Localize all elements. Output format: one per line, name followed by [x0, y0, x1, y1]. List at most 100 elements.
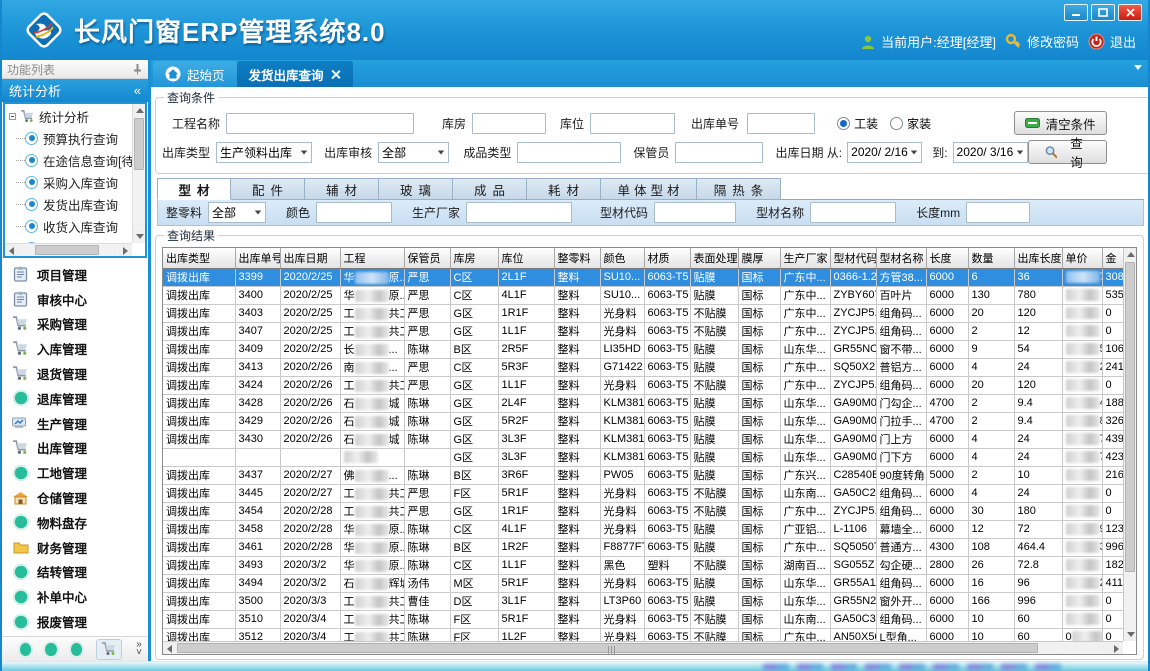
date-from-select[interactable]: 2020/ 2/16: [847, 142, 922, 163]
material-tab-型材[interactable]: 型材: [157, 178, 231, 200]
table-row[interactable]: 调拨出库34032020/2/25工共工程严思G区1R1F整料光身料6063-T…: [163, 304, 1123, 322]
column-header[interactable]: 工程: [340, 248, 404, 268]
sidebar-item-补单中心[interactable]: 补单中心: [12, 587, 148, 606]
tree-item[interactable]: 收货入库查询: [9, 215, 132, 237]
column-header[interactable]: 整零料: [554, 248, 600, 268]
sidebar-item-物料盘存[interactable]: 物料盘存: [12, 513, 148, 532]
tree-vertical-scrollbar[interactable]: [132, 104, 145, 243]
radio-workwear[interactable]: 工装: [837, 115, 878, 132]
column-header[interactable]: 生产厂家: [780, 248, 830, 268]
sidebar-item-入库管理[interactable]: 入库管理: [12, 339, 148, 358]
clear-conditions-button[interactable]: 清空条件: [1014, 111, 1107, 135]
table-row[interactable]: 调拨出库34452020/2/27工共工程严思F区5R1F整料光身料6063-T…: [163, 484, 1123, 502]
scroll-up-icon[interactable]: [1124, 248, 1137, 261]
tab-home[interactable]: 起始页: [153, 61, 237, 87]
sidebar-item-退库管理[interactable]: 退库管理: [12, 389, 148, 408]
tree-item[interactable]: 采购入库查询: [9, 171, 132, 193]
sidebar-item-结转管理[interactable]: 结转管理: [12, 562, 148, 581]
sidebar-item-工地管理[interactable]: 工地管理: [12, 463, 148, 482]
table-row[interactable]: 调拨出库34302020/2/26石城陈琳G区3L3F整料KLM38176063…: [163, 430, 1123, 448]
change-password-button[interactable]: 修改密码: [1005, 32, 1079, 51]
sidebar-item-退货管理[interactable]: 退货管理: [12, 364, 148, 383]
tree-item[interactable]: 发货出库查询: [9, 193, 132, 215]
audit-select[interactable]: 全部: [378, 142, 449, 163]
column-header[interactable]: 出库日期: [280, 248, 340, 268]
dot-icon[interactable]: [71, 643, 82, 656]
column-header[interactable]: 型材名称: [876, 248, 926, 268]
table-row[interactable]: 调拨出库34282020/2/26石城陈琳G区2L4F整料KLM38176063…: [163, 394, 1123, 412]
table-row[interactable]: 调拨出库34372020/2/27佛...陈琳B区3R6F整料PW056063-…: [163, 466, 1123, 484]
column-header[interactable]: 颜色: [600, 248, 644, 268]
sidebar-item-项目管理[interactable]: 项目管理: [12, 265, 148, 284]
table-row[interactable]: 调拨出库34132020/2/26南...严思C区5R3F整料G71422606…: [163, 358, 1123, 376]
tree-expand-icon[interactable]: [9, 113, 16, 120]
table-hscroll-thumb[interactable]: [177, 643, 1038, 653]
more-buttons-icon[interactable]: »˅: [136, 641, 142, 657]
material-tab-隔热条[interactable]: 隔热条: [697, 178, 781, 200]
scroll-right-icon[interactable]: [1110, 642, 1123, 655]
whole-select[interactable]: 全部: [208, 202, 266, 223]
manufacturer-input[interactable]: [466, 202, 572, 223]
column-header[interactable]: 出库单号: [235, 248, 280, 268]
table-vertical-scrollbar[interactable]: [1123, 248, 1136, 641]
scroll-up-icon[interactable]: [133, 104, 146, 117]
scroll-right-icon[interactable]: [119, 244, 132, 257]
column-header[interactable]: 表面处理: [690, 248, 738, 268]
tree-root[interactable]: 统计分析: [9, 106, 132, 127]
tab-overflow-icon[interactable]: [1134, 70, 1142, 84]
material-tab-辅材[interactable]: 辅材: [305, 178, 379, 200]
table-row[interactable]: 调拨出库34582020/2/28华原...陈琳C区4L1F整料光身料6063-…: [163, 520, 1123, 538]
table-row[interactable]: 调拨出库34002020/2/25华原...严思C区4L1F整料SU10...6…: [163, 286, 1123, 304]
scroll-down-icon[interactable]: [1124, 628, 1137, 641]
scroll-left-icon[interactable]: [5, 244, 18, 257]
out-type-select[interactable]: 生产领料出库: [216, 142, 312, 163]
tree-horizontal-scrollbar[interactable]: [5, 243, 132, 256]
material-tab-玻璃[interactable]: 玻璃: [379, 178, 453, 200]
table-row[interactable]: 调拨出库34932020/3/2华原...陈琳C区1L1F整料黑色塑料不贴膜国标…: [163, 556, 1123, 574]
scroll-left-icon[interactable]: [163, 642, 176, 655]
radio-homewear[interactable]: 家装: [890, 115, 931, 132]
dot-icon[interactable]: [45, 643, 56, 656]
order-no-input[interactable]: [747, 113, 815, 134]
collapse-icon[interactable]: «: [134, 83, 141, 98]
column-header[interactable]: 出库类型: [163, 248, 235, 268]
table-row[interactable]: 调拨出库34292020/2/26石城陈琳G区5R2F整料KLM38176063…: [163, 412, 1123, 430]
column-header[interactable]: 出库长度: [1014, 248, 1062, 268]
section-header[interactable]: 统计分析 «: [2, 79, 148, 102]
table-vscroll-thumb[interactable]: [1125, 262, 1135, 572]
product-type-input[interactable]: [517, 142, 621, 163]
sidebar-item-生产管理[interactable]: 生产管理: [12, 414, 148, 433]
column-header[interactable]: 金: [1102, 248, 1123, 268]
table-row[interactable]: 调拨出库34242020/2/26工共工程严思G区1L1F整料光身料6063-T…: [163, 376, 1123, 394]
sidebar-item-仓储管理[interactable]: 仓储管理: [12, 488, 148, 507]
table-row[interactable]: 调拨出库34942020/3/2石辉城汤伟M区5R1F整料光身料6063-T5贴…: [163, 574, 1123, 592]
sidebar-item-采购管理[interactable]: 采购管理: [12, 314, 148, 333]
tree-item[interactable]: 预算执行查询: [9, 127, 132, 149]
code-input[interactable]: [654, 202, 736, 223]
material-tab-耗材[interactable]: 耗材: [527, 178, 601, 200]
sidebar-item-财务管理[interactable]: 财务管理: [12, 538, 148, 557]
sidebar-item-报废管理[interactable]: 报废管理: [12, 612, 148, 631]
column-header[interactable]: 数量: [968, 248, 1014, 268]
sidebar-item-审核中心[interactable]: 审核中心: [12, 290, 148, 309]
search-button[interactable]: 查 询: [1028, 140, 1107, 164]
column-header[interactable]: 材质: [644, 248, 690, 268]
column-header[interactable]: 库房: [450, 248, 498, 268]
minimize-button[interactable]: [1064, 4, 1088, 21]
tree-vscroll-thumb[interactable]: [134, 118, 144, 170]
column-header[interactable]: 保管员: [404, 248, 450, 268]
material-tab-配件[interactable]: 配件: [231, 178, 305, 200]
table-horizontal-scrollbar[interactable]: [163, 641, 1123, 654]
column-header[interactable]: 膜厚: [738, 248, 780, 268]
location-input[interactable]: [590, 113, 675, 134]
project-name-input[interactable]: [226, 113, 414, 134]
table-row[interactable]: 调拨出库34542020/2/28工共工程严思G区1R1F整料光身料6063-T…: [163, 502, 1123, 520]
length-input[interactable]: [966, 202, 1030, 223]
keeper-input[interactable]: [675, 142, 763, 163]
material-tab-单体型材[interactable]: 单体型材: [601, 178, 697, 200]
warehouse-input[interactable]: [472, 113, 546, 134]
date-to-select[interactable]: 2020/ 3/16: [953, 142, 1028, 163]
table-row[interactable]: 调拨出库35122020/3/4工共工程陈琳F区1L2F整料光身料6063-T5…: [163, 628, 1123, 641]
maximize-button[interactable]: [1091, 4, 1115, 21]
color-input[interactable]: [316, 202, 392, 223]
